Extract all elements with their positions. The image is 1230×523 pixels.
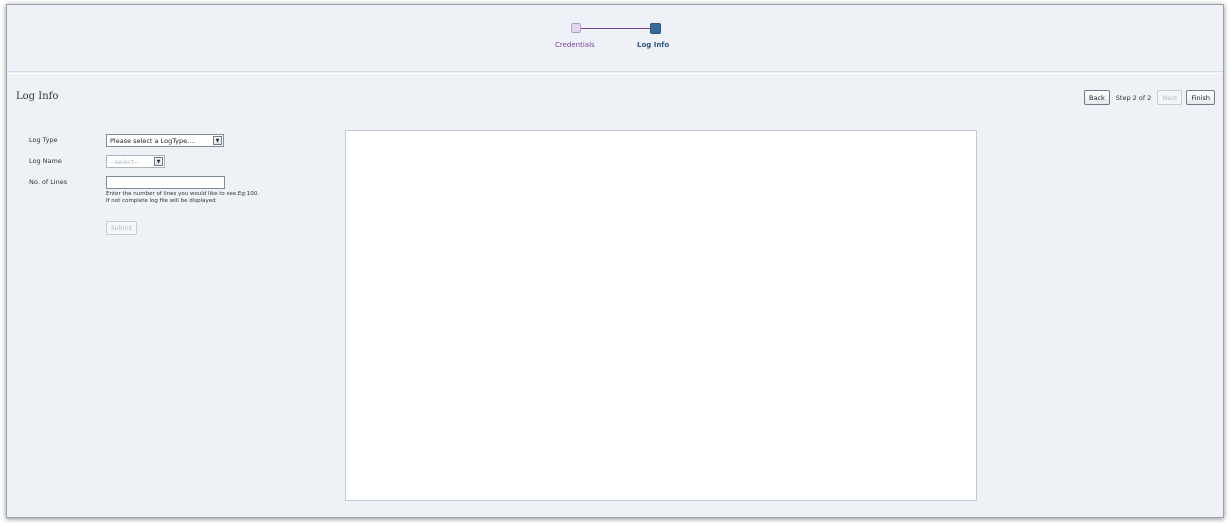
lines-label: No. of Lines	[29, 178, 68, 186]
log-name-label: Log Name	[29, 157, 62, 165]
step-indicator: Step 2 of 2	[1115, 93, 1152, 102]
chevron-down-icon[interactable]: ▼	[154, 157, 163, 166]
log-type-select[interactable]: Please select a LogType.... ▼	[106, 134, 224, 147]
back-button[interactable]: Back	[1084, 90, 1110, 105]
step-credentials-marker[interactable]	[571, 23, 581, 33]
step-log-info-label: Log Info	[637, 41, 670, 49]
lines-hint-secondary: If not complete log file will be display…	[106, 198, 216, 204]
lines-hint: Enter the number of lines you would like…	[106, 191, 259, 197]
log-type-label: Log Type	[29, 136, 58, 144]
log-output-area[interactable]	[345, 130, 977, 501]
finish-button[interactable]: Finish	[1186, 90, 1215, 105]
lines-input[interactable]	[106, 176, 225, 189]
step-connector	[581, 28, 651, 29]
wizard-window: Credentials Log Info Log Info Back Step …	[6, 4, 1224, 518]
step-log-info-marker	[650, 23, 661, 34]
log-name-value: --select--	[110, 157, 139, 166]
wizard-navigation: Back Step 2 of 2 Next Finish	[1084, 89, 1215, 106]
step-credentials-label[interactable]: Credentials	[555, 41, 595, 49]
step-train: Credentials Log Info	[7, 5, 1223, 72]
log-type-value: Please select a LogType....	[110, 136, 196, 145]
next-button[interactable]: Next	[1157, 90, 1183, 105]
log-name-select[interactable]: --select-- ▼	[106, 155, 165, 168]
chevron-down-icon[interactable]: ▼	[213, 136, 222, 145]
page-title: Log Info	[16, 91, 59, 102]
content-panel: Log Info Back Step 2 of 2 Next Finish Lo…	[9, 73, 1221, 516]
submit-button[interactable]: Submit	[106, 221, 138, 235]
